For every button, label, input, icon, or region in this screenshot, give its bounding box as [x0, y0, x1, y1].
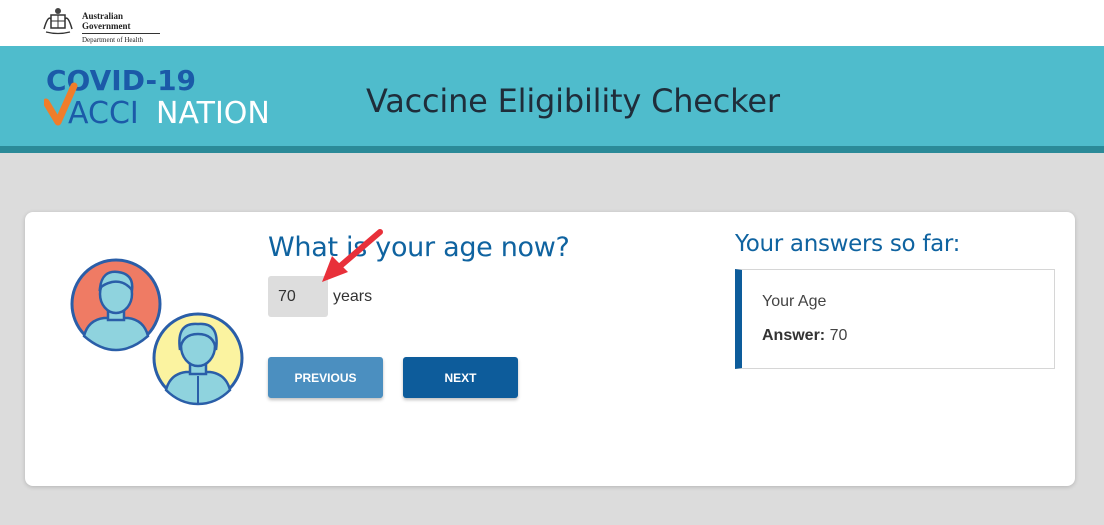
banner-stripe: [0, 146, 1104, 153]
page-title: Vaccine Eligibility Checker: [366, 82, 780, 120]
coat-of-arms-icon: [43, 8, 73, 35]
age-unit-label: years: [333, 288, 373, 305]
government-header: Australian Government Department of Heal…: [0, 0, 1104, 46]
answer-summary-box: [735, 269, 1055, 369]
answer-value-row: Answer: 70: [762, 327, 847, 345]
covid-vaccination-logo: COVID-19 ACCI NATION: [44, 64, 270, 128]
question-heading: What is your age now?: [268, 232, 570, 263]
logo-line2-a: ACCI: [68, 96, 139, 128]
answer-value: 70: [829, 327, 848, 344]
answer-label: Answer:: [762, 327, 826, 344]
government-wordmark: Australian Government Department of Heal…: [82, 11, 160, 44]
answers-heading: Your answers so far:: [735, 231, 961, 257]
gov-name: Australian Government: [82, 11, 160, 34]
answer-question-label: Your Age: [762, 293, 827, 310]
next-button[interactable]: NEXT: [403, 357, 518, 398]
logo-line2-b: NATION: [156, 96, 270, 128]
person-red-icon: [70, 258, 162, 352]
red-arrow-icon: [322, 229, 383, 282]
department-name: Department of Health: [82, 36, 144, 44]
people-illustration: [70, 258, 244, 406]
previous-button[interactable]: PREVIOUS: [268, 357, 383, 398]
person-yellow-icon: [152, 312, 244, 406]
